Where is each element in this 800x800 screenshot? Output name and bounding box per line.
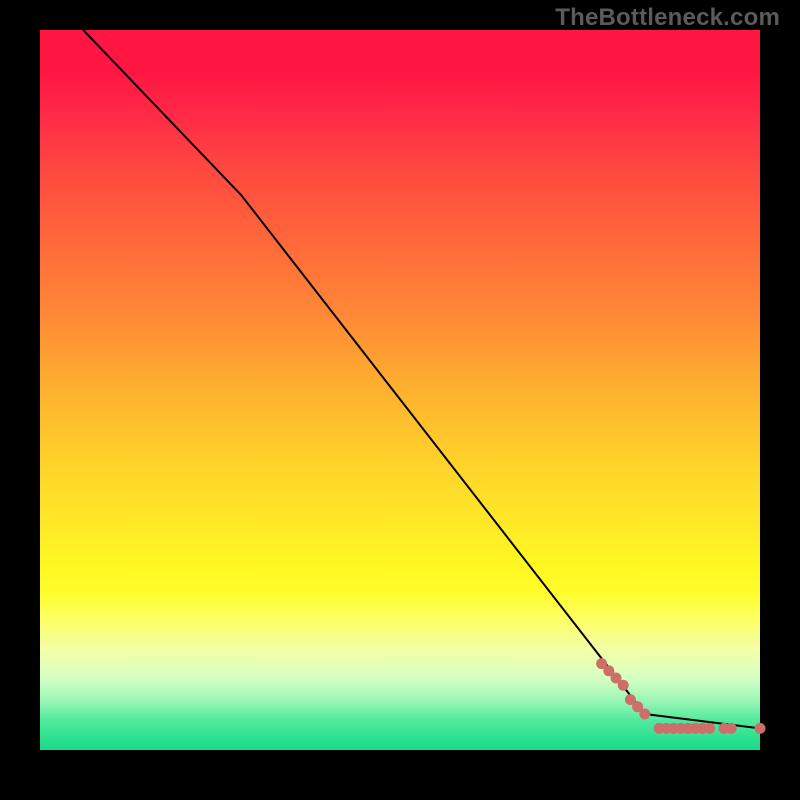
- points-layer: [596, 658, 765, 734]
- point-points-coral: [726, 723, 737, 734]
- point-points-coral: [755, 723, 766, 734]
- chart-frame: TheBottleneck.com: [0, 0, 800, 800]
- series-curve-black: [83, 30, 760, 728]
- point-points-coral: [704, 723, 715, 734]
- point-points-coral: [639, 709, 650, 720]
- curve-layer: [83, 30, 760, 728]
- point-points-coral: [618, 680, 629, 691]
- watermark-text: TheBottleneck.com: [555, 4, 780, 32]
- plot-svg: [40, 30, 760, 750]
- plot-area: [40, 30, 760, 750]
